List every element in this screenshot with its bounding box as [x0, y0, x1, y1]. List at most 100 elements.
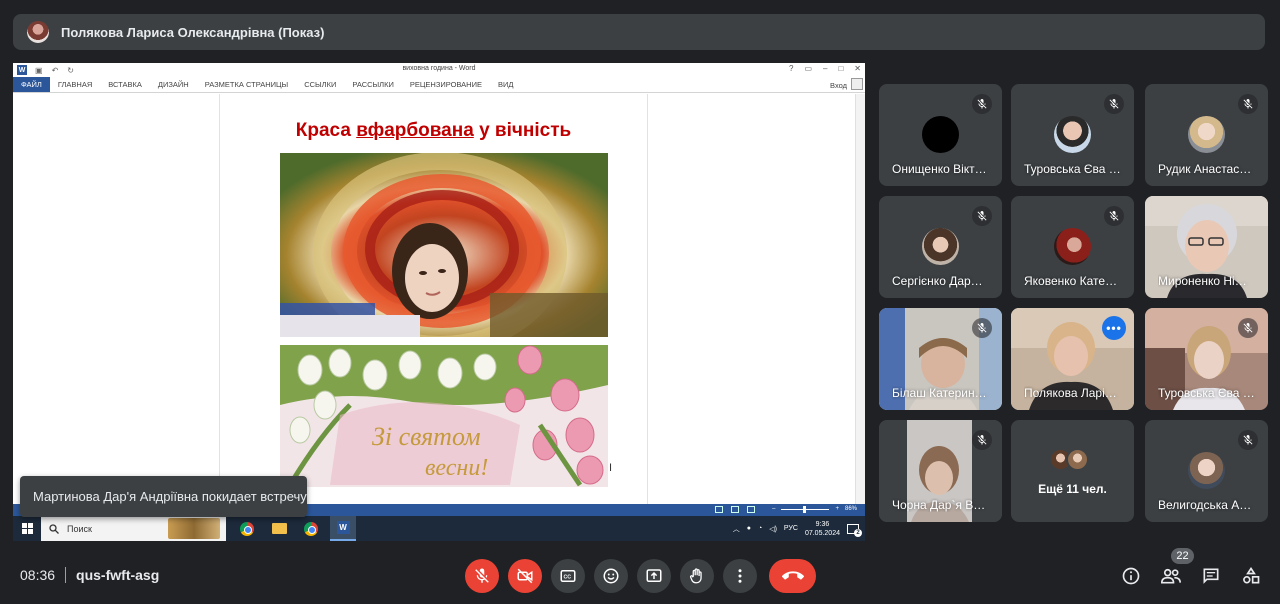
participant-tile-video[interactable]: Білаш Катерин…: [879, 308, 1002, 410]
tab-view[interactable]: ВИД: [490, 77, 521, 92]
tab-references[interactable]: ССЫЛКИ: [296, 77, 344, 92]
activities-button[interactable]: [1239, 564, 1263, 588]
zoom-out-icon[interactable]: –: [772, 506, 775, 512]
taskbar-clock[interactable]: 9:36 07.05.2024: [805, 520, 840, 538]
closed-caption-icon: CC: [560, 570, 576, 582]
participant-name: Яковенко Кате…: [1024, 274, 1118, 288]
more-participants-avatars: [1049, 448, 1089, 471]
card-text-line-1: Зі святом: [372, 422, 481, 451]
tab-home[interactable]: ГЛАВНАЯ: [50, 77, 100, 92]
text-cursor-icon: I: [609, 462, 613, 474]
windows-taskbar: Поиск W ︿ ● ◔ ◁) РУС 9:36 07.05.2024 2: [13, 516, 865, 541]
tray-mic-icon[interactable]: ●: [747, 525, 751, 532]
page-edge-right: [647, 94, 648, 504]
people-button[interactable]: [1159, 564, 1183, 588]
meet-window: Полякова Лариса Олександрівна (Показ) W …: [0, 0, 1280, 604]
leave-notification-toast: Мартинова Дар'я Андріївна покидает встре…: [20, 476, 307, 517]
help-icon[interactable]: ?: [789, 64, 793, 73]
more-participants-label: Ещё 11 чел.: [1038, 482, 1107, 496]
participant-tile[interactable]: Сергієнко Дар…: [879, 196, 1002, 298]
vertical-scrollbar[interactable]: [855, 94, 865, 504]
network-icon[interactable]: ◔: [758, 525, 762, 532]
participant-tile[interactable]: Яковенко Кате…: [1011, 196, 1134, 298]
participant-tile[interactable]: Велигодська А…: [1145, 420, 1268, 522]
start-button[interactable]: [13, 516, 41, 541]
zoom-slider[interactable]: [781, 505, 830, 513]
minimize-icon[interactable]: –: [823, 64, 827, 73]
reactions-button[interactable]: [594, 559, 628, 593]
presenter-name: Полякова Лариса Олександрівна (Показ): [61, 24, 325, 40]
read-mode-icon[interactable]: [715, 506, 723, 513]
tab-file[interactable]: ФАЙЛ: [13, 77, 50, 92]
raise-hand-button[interactable]: [680, 559, 714, 593]
leave-call-button[interactable]: [769, 559, 816, 593]
camera-toggle-button[interactable]: [508, 559, 542, 593]
more-participants-tile[interactable]: Ещё 11 чел.: [1011, 420, 1134, 522]
taskbar-chrome[interactable]: [234, 516, 260, 541]
mic-off-icon: [475, 568, 489, 583]
participant-name: Білаш Катерин…: [892, 386, 987, 400]
taskbar-explorer[interactable]: [266, 516, 292, 541]
tab-design[interactable]: ДИЗАЙН: [150, 77, 197, 92]
participant-tile[interactable]: Рудик Анастас…: [1145, 84, 1268, 186]
close-icon[interactable]: ✕: [854, 64, 861, 73]
word-icon: W: [336, 521, 350, 534]
language-indicator[interactable]: РУС: [784, 525, 798, 532]
participant-tile-video[interactable]: Чорна Дар`я В…: [879, 420, 1002, 522]
mic-toggle-button[interactable]: [465, 559, 499, 593]
web-layout-icon[interactable]: [747, 506, 755, 513]
present-screen-icon: [646, 569, 662, 582]
page-edge-left: [219, 94, 220, 504]
mic-off-icon: [972, 206, 992, 226]
ribbon-display-icon[interactable]: ▭: [804, 64, 812, 73]
mic-off-icon: [1238, 94, 1258, 114]
meeting-code: qus-fwft-asg: [76, 567, 160, 583]
avatar: [1054, 116, 1091, 153]
wreath-photo: [280, 153, 608, 337]
notification-center-icon[interactable]: 2: [847, 523, 862, 537]
participant-tile-video[interactable]: Туровська Єва …: [1145, 308, 1268, 410]
avatar: [1066, 448, 1089, 471]
captions-button[interactable]: CC: [551, 559, 585, 593]
tab-mailings[interactable]: РАССЫЛКИ: [344, 77, 402, 92]
participant-tile-video[interactable]: Мироненко Ні…: [1145, 196, 1268, 298]
chat-icon: [1203, 568, 1219, 584]
print-layout-icon[interactable]: [731, 506, 739, 513]
zoom-thumb[interactable]: [803, 505, 807, 513]
participant-tile[interactable]: Онищенко Вікт…: [879, 84, 1002, 186]
taskbar-word[interactable]: W: [330, 516, 356, 541]
participant-name: Рудик Анастас…: [1158, 162, 1252, 176]
tab-insert[interactable]: ВСТАВКА: [100, 77, 150, 92]
system-tray: ︿ ● ◔ ◁) РУС 9:36 07.05.2024 2: [733, 516, 862, 541]
tab-review[interactable]: РЕЦЕНЗИРОВАНИЕ: [402, 77, 490, 92]
sign-in-link[interactable]: Вход: [830, 81, 847, 90]
maximize-icon[interactable]: □: [838, 64, 843, 73]
meeting-details-button[interactable]: [1119, 564, 1143, 588]
participant-tile-video-active[interactable]: ••• Полякова Ларі…: [1011, 308, 1134, 410]
spring-card-image: Зі святом весни!: [280, 345, 608, 487]
present-button[interactable]: [637, 559, 671, 593]
document-area[interactable]: Краса вфарбована у вічність Зі святом ве…: [13, 94, 865, 504]
chat-button[interactable]: [1199, 564, 1223, 588]
participant-tile[interactable]: Туровська Єва …: [1011, 84, 1134, 186]
volume-icon[interactable]: ◁): [769, 525, 777, 533]
account-avatar[interactable]: [851, 78, 863, 90]
zoom-level[interactable]: 86%: [845, 506, 857, 512]
mic-off-icon: [1104, 206, 1124, 226]
avatar: [922, 228, 959, 265]
participant-name: Онищенко Вікт…: [892, 162, 987, 176]
zoom-in-icon[interactable]: +: [835, 506, 839, 512]
tab-layout[interactable]: РАЗМЕТКА СТРАНИЦЫ: [197, 77, 296, 92]
participant-name: Велигодська А…: [1158, 498, 1252, 512]
clock-time: 9:36: [815, 520, 830, 528]
card-text-line-2: весни!: [425, 455, 488, 481]
more-options-button[interactable]: [723, 559, 757, 593]
tray-expand-icon[interactable]: ︿: [733, 524, 740, 534]
taskbar-chrome-profile[interactable]: [298, 516, 324, 541]
taskbar-search[interactable]: Поиск: [41, 516, 226, 541]
more-options-icon[interactable]: •••: [1102, 316, 1126, 340]
mic-off-icon: [972, 430, 992, 450]
participant-count-badge: 22: [1171, 548, 1194, 564]
windows-logo-icon: [21, 523, 33, 534]
document-heading: Краса вфарбована у вічність: [220, 120, 647, 142]
